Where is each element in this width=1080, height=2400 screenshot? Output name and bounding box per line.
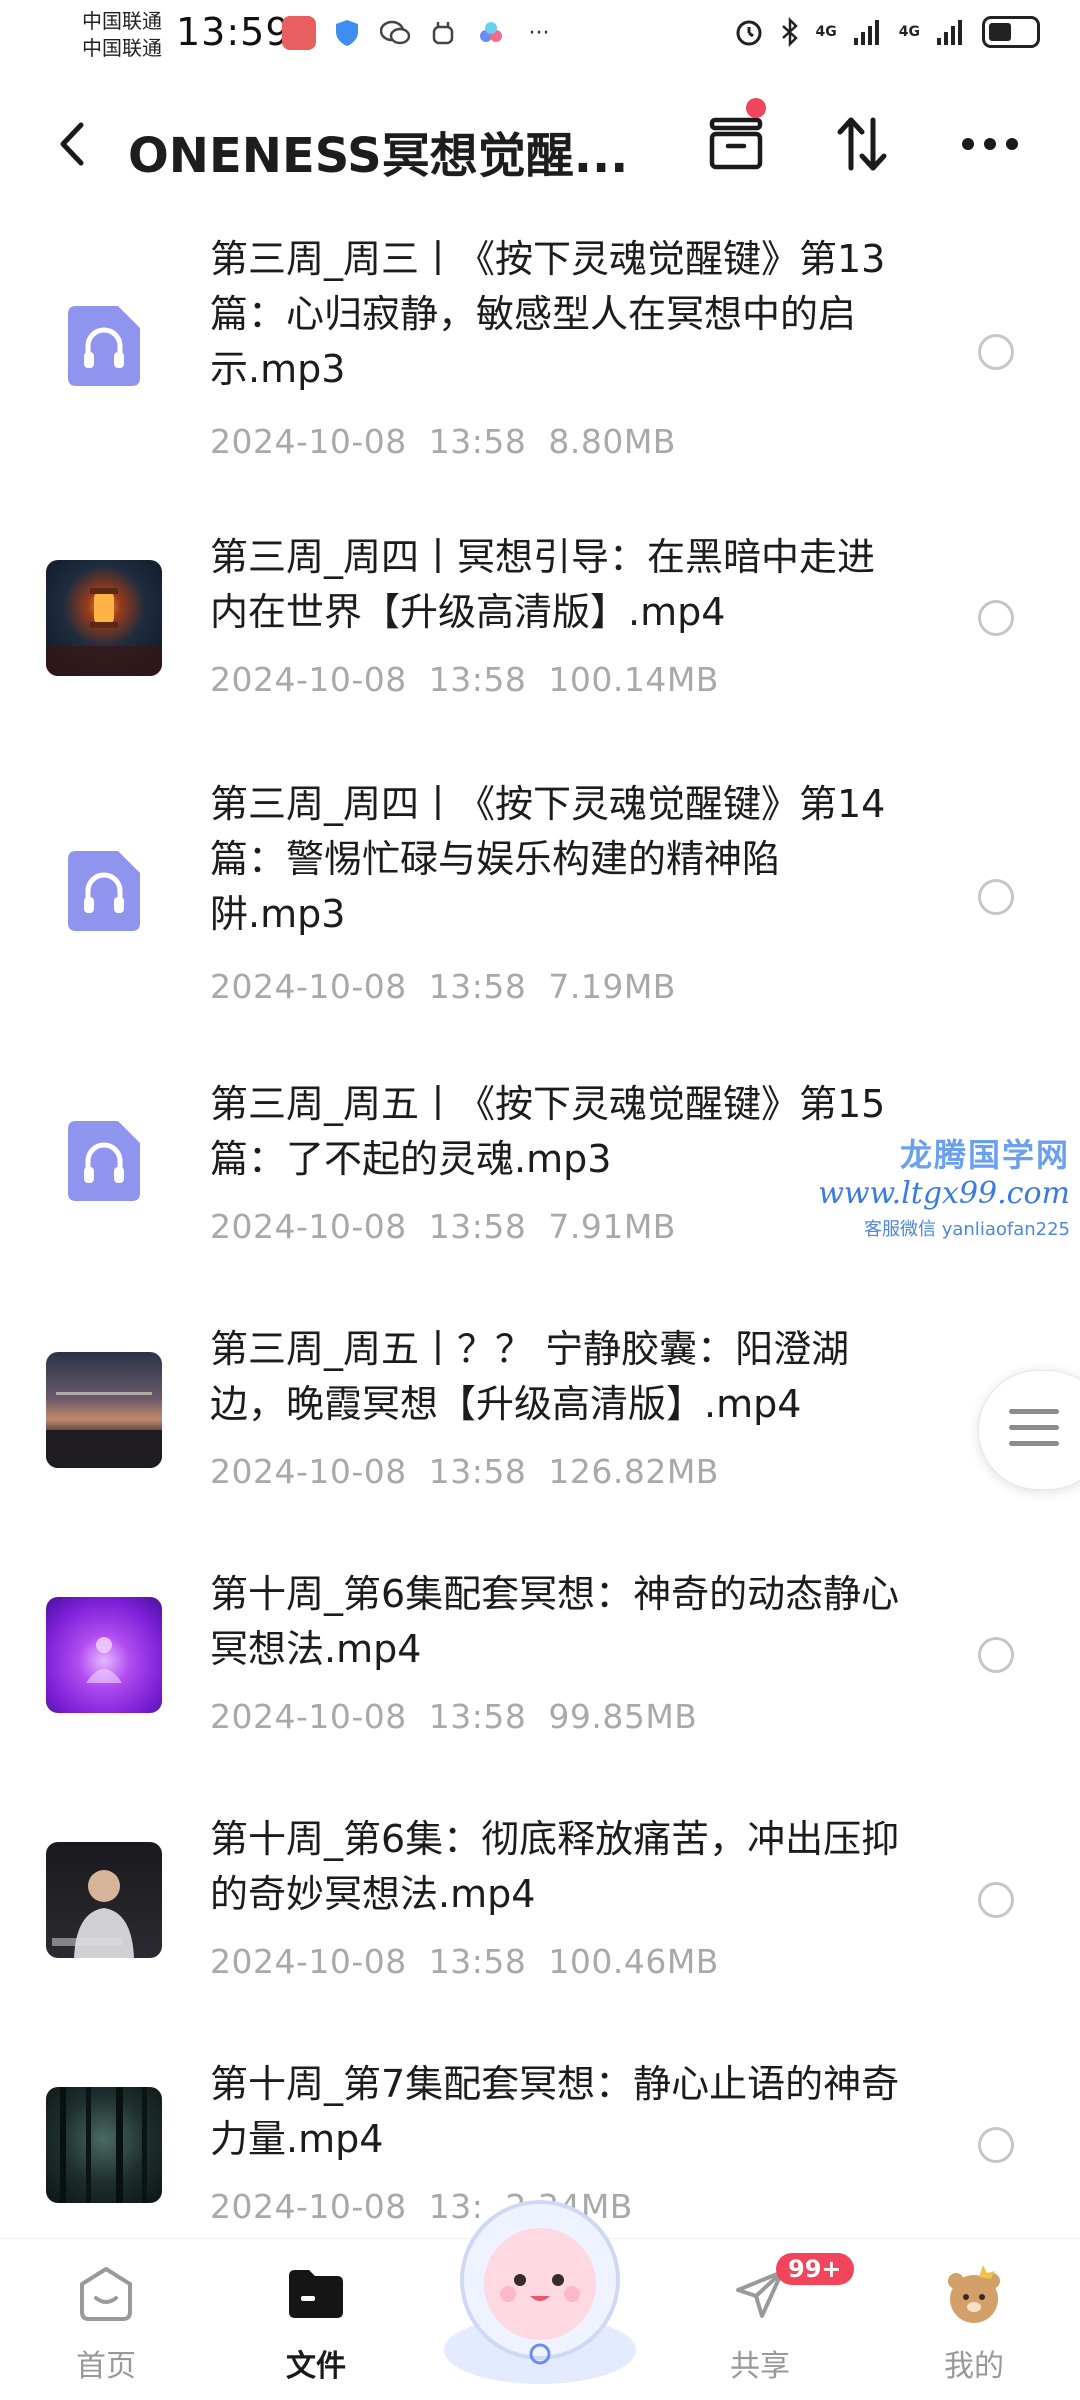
watermark-url: www.ltgx99.com xyxy=(818,1176,1070,1211)
shield-icon xyxy=(330,16,364,50)
floating-menu-handle[interactable] xyxy=(978,1370,1080,1490)
video-thumbnail-speaker xyxy=(46,1842,162,1958)
status-time: 13:59 xyxy=(176,10,291,54)
home-icon xyxy=(71,2259,141,2329)
sort-icon xyxy=(837,117,887,171)
signal-icon-1 xyxy=(853,20,879,45)
select-checkbox[interactable] xyxy=(978,600,1014,636)
network-type-2: 4G xyxy=(898,24,920,40)
file-meta: 2024-10-08 13:58 7.91MB xyxy=(210,1207,676,1246)
menu-icon xyxy=(1009,1409,1059,1457)
sort-button[interactable] xyxy=(828,110,896,178)
audio-file-icon xyxy=(68,306,140,386)
nav-files[interactable]: 文件 xyxy=(236,2259,396,2385)
nav-me[interactable]: 我的 xyxy=(894,2259,1054,2385)
audio-file-icon xyxy=(68,1121,140,1201)
nav-me-label: 我的 xyxy=(944,2349,1004,2384)
assistant-mascot-button[interactable] xyxy=(430,2180,650,2390)
watermark-contact: 客服微信 yanliaofan225 xyxy=(864,1219,1070,1240)
watermark-title: 龙腾国学网 xyxy=(899,1136,1070,1174)
file-meta: 2024-10-08 13:58 7.19MB xyxy=(210,967,676,1006)
wechat-icon xyxy=(378,16,412,50)
audio-file-icon xyxy=(68,851,140,931)
alarm-icon xyxy=(736,20,762,46)
more-notifications-icon: ··· xyxy=(528,20,550,46)
more-icon xyxy=(962,138,1018,150)
video-thumbnail-lantern xyxy=(46,560,162,676)
file-name: 第三周_周五丨《按下灵魂觉醒键》第15篇：了不起的灵魂.mp3 xyxy=(210,1082,886,1181)
signal-icon-2 xyxy=(937,20,962,45)
file-name: 第三周_周四丨《按下灵魂觉醒键》第14篇：警惕忙碌与娱乐构建的精神陷阱.mp3 xyxy=(210,782,886,936)
file-name: 第十周_第6集：彻底释放痛苦，冲出压抑的奇妙冥想法.mp4 xyxy=(210,1817,900,1916)
file-name: 第三周_周五丨？？ 宁静胶囊：阳澄湖边，晚霞冥想【升级高清版】.mp4 xyxy=(210,1327,850,1426)
video-thumbnail-purple xyxy=(46,1597,162,1713)
video-thumbnail-sunset xyxy=(46,1352,162,1468)
select-checkbox[interactable] xyxy=(978,1882,1014,1918)
file-meta: 2024-10-08 13:58 8.80MB xyxy=(210,422,676,461)
notification-dot xyxy=(746,98,766,118)
file-name: 第十周_第6集配套冥想：神奇的动态静心冥想法.mp4 xyxy=(210,1572,900,1671)
archive-button[interactable] xyxy=(702,98,770,178)
bluetooth-icon xyxy=(781,17,798,47)
file-name: 第三周_周三丨《按下灵魂觉醒键》第13篇：心归寂静，敏感型人在冥想中的启示.mp… xyxy=(210,237,886,391)
watermark: 龙腾国学网 www.ltgx99.com 客服微信 yanliaofan225 xyxy=(818,1130,1070,1241)
page-title: ONENESS冥想觉醒... xyxy=(128,128,629,184)
status-bar: 中国联通 中国联通 13:59 ··· 4G 4G xyxy=(0,0,1080,72)
nav-share[interactable]: 99+ 共享 xyxy=(680,2253,854,2385)
network-type-1: 4G xyxy=(815,24,837,40)
share-badge: 99+ xyxy=(776,2253,854,2285)
file-meta: 2024-10-08 13:58 126.82MB xyxy=(210,1452,719,1491)
select-checkbox[interactable] xyxy=(978,1637,1014,1673)
notification-icons: ··· xyxy=(282,16,556,50)
file-name: 第十周_第7集配套冥想：静心止语的神奇力量.mp4 xyxy=(210,2062,900,2161)
chevron-left-icon xyxy=(60,122,84,166)
nav-share-label: 共享 xyxy=(730,2349,790,2384)
carrier-1: 中国联通 xyxy=(82,9,162,33)
app-notification-icon xyxy=(282,16,316,50)
avatar xyxy=(939,2259,1009,2329)
archive-icon xyxy=(709,117,763,170)
nav-files-label: 文件 xyxy=(286,2349,346,2384)
battery-icon xyxy=(982,16,1040,48)
select-checkbox[interactable] xyxy=(978,879,1014,915)
file-name: 第三周_周四丨冥想引导：在黑暗中走进内在世界【升级高清版】.mp4 xyxy=(210,535,876,634)
cloud-app-icon xyxy=(474,16,508,50)
system-icons: 4G 4G xyxy=(734,16,1040,48)
carrier-labels: 中国联通 中国联通 xyxy=(82,8,162,62)
select-checkbox[interactable] xyxy=(978,2127,1014,2163)
folder-icon xyxy=(281,2259,351,2329)
file-meta: 2024-10-08 13:58 100.14MB xyxy=(210,660,719,699)
nav-home-label: 首页 xyxy=(76,2349,136,2384)
header-bar: ONENESS冥想觉醒... xyxy=(0,90,1080,200)
robot-icon xyxy=(426,16,460,50)
file-meta: 2024-10-08 13:58 100.46MB xyxy=(210,1942,719,1981)
select-checkbox[interactable] xyxy=(978,334,1014,370)
file-meta: 2024-10-08 13:58 99.85MB xyxy=(210,1697,698,1736)
more-options-button[interactable] xyxy=(956,110,1024,178)
carrier-2: 中国联通 xyxy=(82,36,162,60)
back-button[interactable] xyxy=(44,116,100,172)
video-thumbnail-forest xyxy=(46,2087,162,2203)
nav-home[interactable]: 首页 xyxy=(26,2259,186,2385)
